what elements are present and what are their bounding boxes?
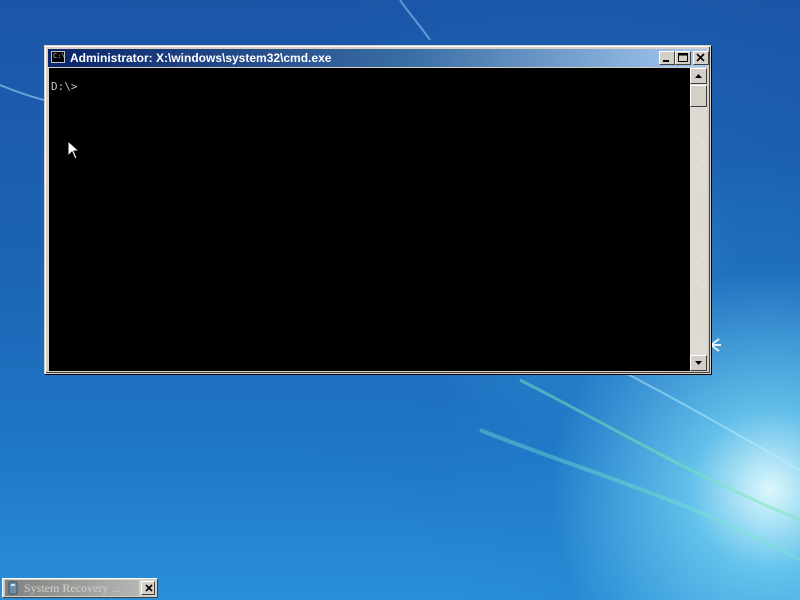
cmd-titlebar[interactable]: C:\ Administrator: X:\windows\system32\c…: [48, 49, 709, 67]
scroll-down-button[interactable]: [690, 355, 707, 371]
arrow-down-icon: [695, 361, 702, 365]
maximize-button[interactable]: [675, 51, 691, 65]
scroll-up-button[interactable]: [690, 68, 707, 84]
cmd-icon-glyph: C:\: [53, 52, 66, 60]
minimize-button[interactable]: [659, 51, 675, 65]
vertical-scrollbar[interactable]: [690, 68, 707, 371]
close-icon: [145, 584, 153, 592]
cmd-icon: C:\: [51, 51, 66, 63]
window-title: Administrator: X:\windows\system32\cmd.e…: [70, 51, 332, 65]
console-prompt: D:\>: [51, 80, 78, 93]
console-area[interactable]: D:\>: [49, 68, 690, 371]
arrow-up-icon: [695, 74, 702, 78]
close-icon: [696, 53, 705, 62]
system-recovery-icon: [8, 581, 18, 595]
maximize-icon: [678, 53, 688, 62]
cmd-window[interactable]: C:\ Administrator: X:\windows\system32\c…: [44, 45, 711, 374]
minimized-window-title: System Recovery ...: [24, 581, 121, 595]
minimized-close-button[interactable]: [141, 581, 155, 595]
minimize-icon: [663, 60, 669, 62]
minimized-window[interactable]: System Recovery ...: [2, 578, 158, 598]
scroll-thumb[interactable]: [690, 85, 707, 107]
desktop: C:\ Administrator: X:\windows\system32\c…: [0, 0, 800, 600]
mouse-pointer-icon: [67, 140, 81, 160]
minimized-titlebar[interactable]: System Recovery ...: [5, 580, 139, 596]
close-button[interactable]: [693, 51, 709, 65]
